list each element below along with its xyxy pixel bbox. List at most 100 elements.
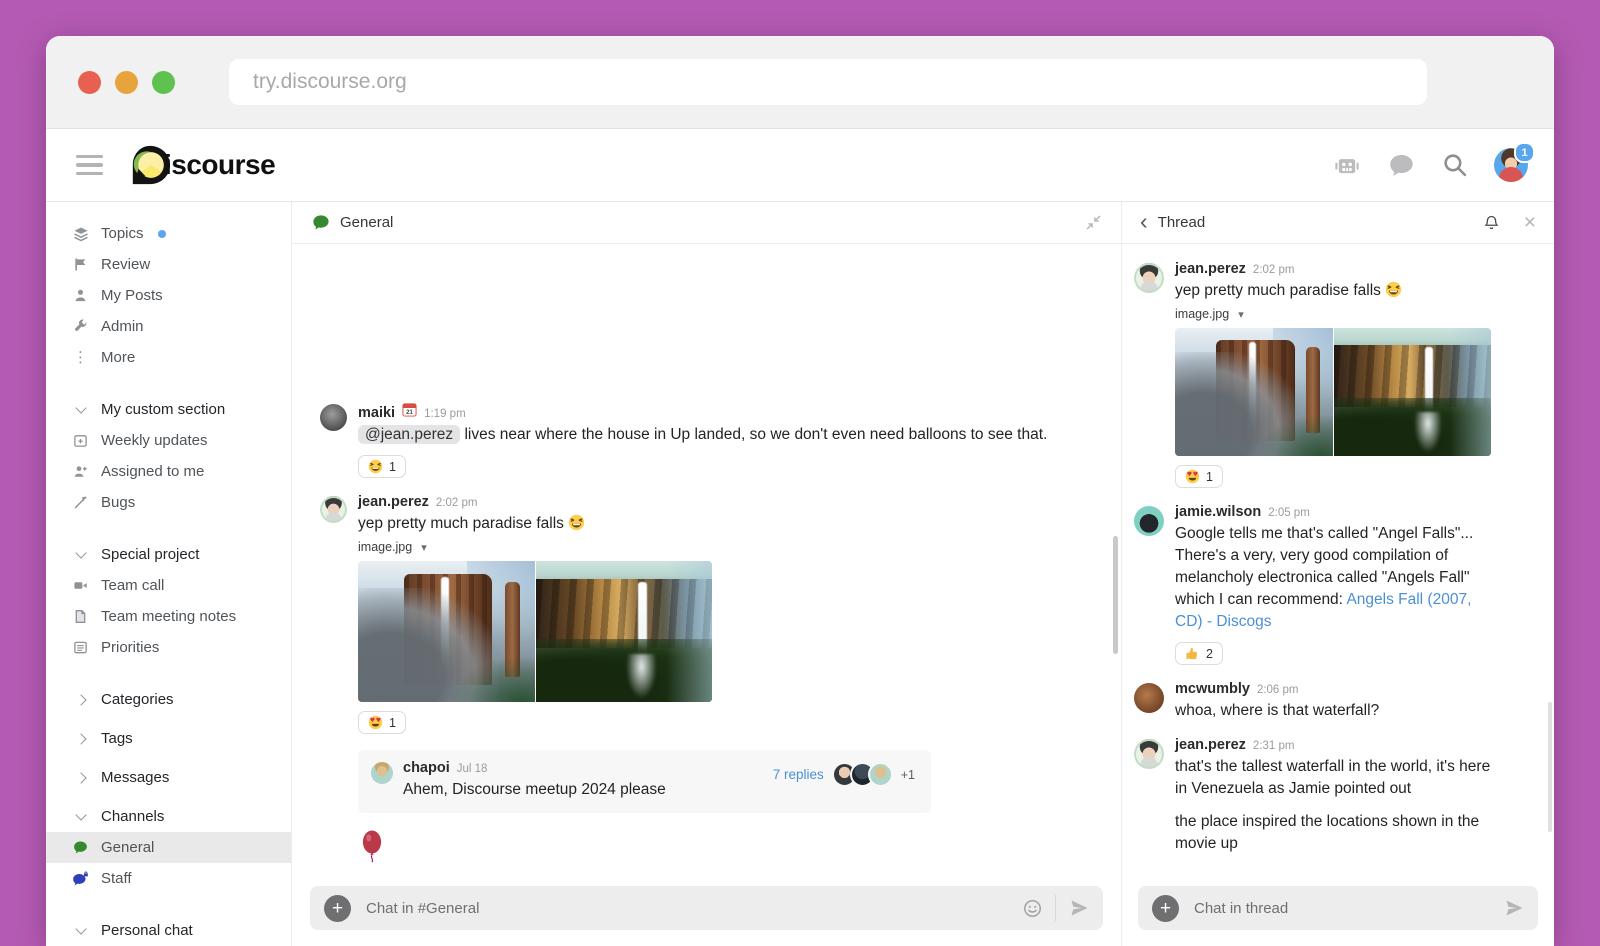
sidebar-section-special-project[interactable]: Special project [72,539,291,570]
thread-composer: + [1138,886,1538,930]
participant-overflow-count: +1 [901,768,915,782]
search-icon[interactable] [1440,150,1470,180]
username[interactable]: jamie.wilson [1175,504,1261,520]
channel-bubble-icon [312,214,330,231]
sidebar-section-custom[interactable]: My custom section [72,394,291,425]
timestamp: Jul 18 [457,763,488,775]
avatar[interactable] [1134,506,1164,536]
robot-icon[interactable] [1332,150,1362,180]
scrollbar[interactable] [1548,702,1552,832]
discourse-logo-text: iscourse [164,149,275,181]
emoji-picker-icon[interactable] [1023,899,1042,918]
attach-button[interactable]: + [324,895,351,922]
username[interactable]: jean.perez [1175,261,1246,277]
thread-chat-input[interactable] [1192,899,1491,918]
reaction-laughing[interactable]: 1 [358,455,406,478]
sidebar-channel-general[interactable]: General [46,832,291,863]
sidebar-channel-staff[interactable]: Staff [72,863,291,894]
sidebar-item-meeting-notes[interactable]: Team meeting notes [72,601,291,632]
reaction-thumbs-up[interactable]: 2 [1175,642,1223,665]
hamburger-menu-icon[interactable] [72,151,107,180]
sidebar-item-my-posts[interactable]: My Posts [72,280,291,311]
bell-icon[interactable] [1483,214,1500,232]
header-actions: 1 [1332,148,1528,182]
avatar[interactable] [1134,683,1164,713]
sidebar-section-channels[interactable]: Channels [72,801,291,832]
user-mention[interactable]: @jean.perez [358,425,460,444]
tool-icon [72,494,89,511]
sidebar-item-label: Assigned to me [101,463,204,480]
user-avatar[interactable]: 1 [1494,148,1528,182]
discourse-logo[interactable]: iscourse [129,144,275,186]
close-window-button[interactable] [78,71,101,94]
close-icon[interactable]: × [1524,212,1536,233]
chevron-down-icon [72,401,89,418]
avatar[interactable] [371,762,393,784]
url-bar[interactable]: try.discourse.org [229,59,1427,105]
chat-message: jean.perez 2:02 pm yep pretty much parad… [320,494,1099,735]
minimize-window-button[interactable] [115,71,138,94]
reaction-heart-eyes[interactable]: ♥ ♥ 1 [1175,465,1223,488]
send-icon[interactable] [1069,898,1089,918]
avatar[interactable] [320,404,347,431]
sidebar-section-personal-chat[interactable]: Personal chat [72,915,291,946]
message-text: whoa, where is that waterfall? [1175,700,1379,722]
sidebar-item-weekly-updates[interactable]: Weekly updates [72,425,291,456]
image-attachment[interactable] [1175,328,1491,456]
thread-preview[interactable]: chapoi Jul 18 Ahem, Discourse meetup 202… [358,750,931,813]
sidebar-section-messages[interactable]: Messages [72,762,291,793]
image-attachment[interactable] [358,561,712,702]
sidebar-item-review[interactable]: Review [72,249,291,280]
waterfall-image-photo[interactable] [1334,328,1492,456]
attachment-toggle[interactable]: image.jpg ▾ [1175,307,1491,321]
document-icon [72,608,89,625]
username[interactable]: maiki [358,405,395,421]
waterfall-image-animated[interactable] [1175,328,1333,456]
sidebar-section-title: Messages [101,769,169,786]
avatar[interactable] [1134,739,1164,769]
sidebar-item-bugs[interactable]: Bugs [72,487,291,518]
scrollbar[interactable] [1113,536,1118,654]
reaction-heart-eyes[interactable]: ♥ ♥ 1 [358,711,406,734]
waterfall-image-photo[interactable] [536,561,713,702]
chat-input[interactable] [364,899,1010,918]
collapse-panel-icon[interactable] [1086,215,1101,230]
send-icon[interactable] [1504,898,1524,918]
avatar[interactable] [1134,263,1164,293]
reaction-count: 1 [389,460,396,474]
sidebar-item-topics[interactable]: Topics [72,218,291,249]
zoom-window-button[interactable] [152,71,175,94]
chat-icon[interactable] [1386,150,1416,180]
avatar[interactable] [320,496,347,523]
waterfall-image-animated[interactable] [358,561,535,702]
thread-panel: ‹ Thread × jea [1121,202,1554,946]
username[interactable]: chapoi [403,760,450,776]
attach-button[interactable]: + [1152,895,1179,922]
sidebar-section-categories[interactable]: Categories [72,684,291,715]
sidebar-item-team-call[interactable]: Team call [72,570,291,601]
reaction-count: 2 [1206,647,1213,661]
sidebar-section-title: Categories [101,691,174,708]
desktop-background: try.discourse.org iscourse [0,0,1600,946]
locked-channel-bubble-icon [72,870,89,887]
thread-replies-link[interactable]: 7 replies [773,767,824,782]
sidebar-item-admin[interactable]: Admin [72,311,291,342]
back-icon[interactable]: ‹ [1140,212,1148,230]
sidebar-item-more[interactable]: ⋮ More [72,342,291,373]
thumbs-up-emoji [1185,646,1200,661]
url-text: try.discourse.org [253,70,407,94]
attachment-toggle[interactable]: image.jpg ▾ [358,540,712,554]
username[interactable]: jean.perez [1175,737,1246,753]
svg-text:♥: ♥ [376,717,381,724]
sidebar-item-assigned[interactable]: Assigned to me [72,456,291,487]
sidebar-item-label: My Posts [101,287,163,304]
username[interactable]: jean.perez [358,494,429,510]
message-text: lives near where the house in Up landed,… [464,426,1047,443]
window-controls [78,71,175,94]
username[interactable]: mcwumbly [1175,681,1250,697]
sidebar-section-title: My custom section [101,401,225,418]
sidebar-section-tags[interactable]: Tags [72,723,291,754]
calendar-icon [72,432,89,449]
sidebar-item-priorities[interactable]: Priorities [72,632,291,663]
laughing-emoji [568,514,585,531]
